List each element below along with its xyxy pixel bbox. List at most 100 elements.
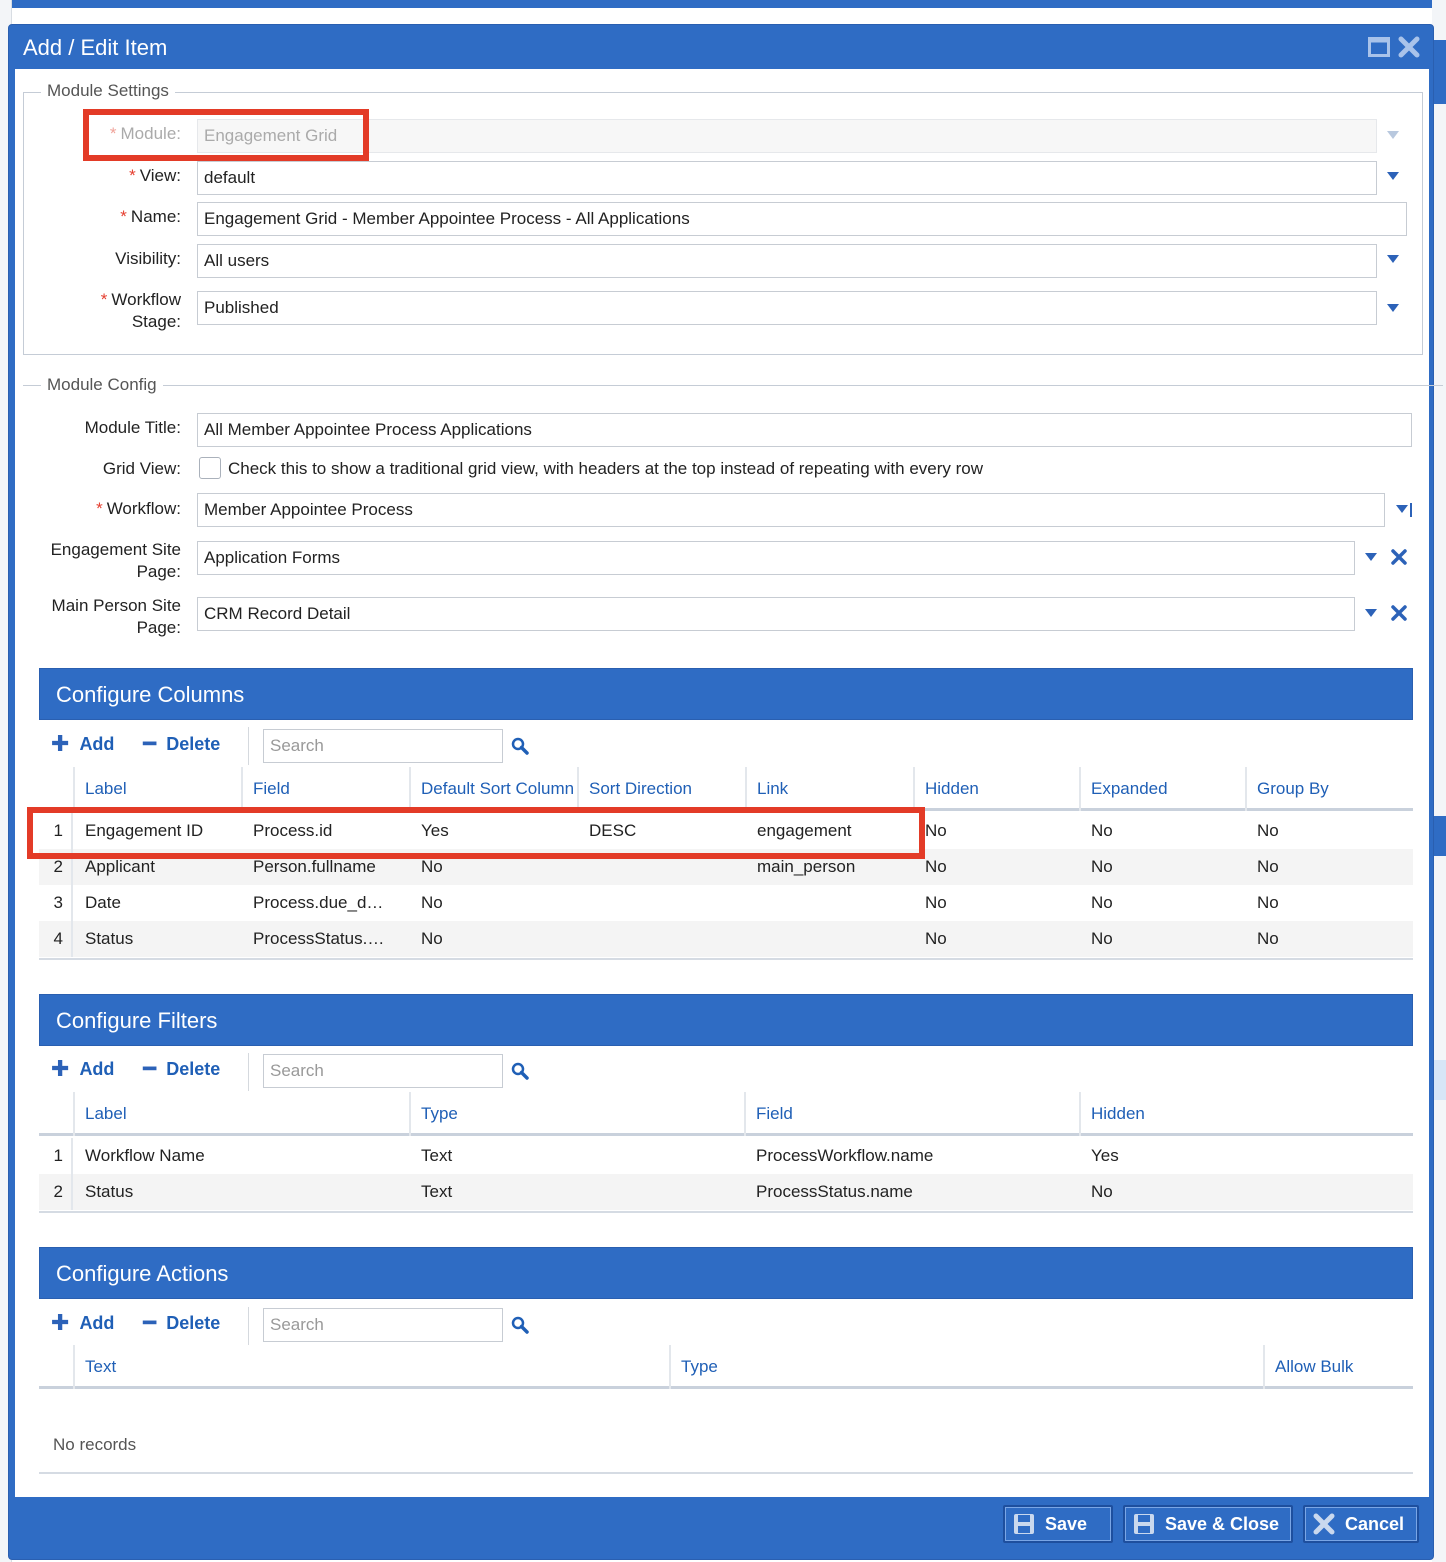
columns-grid-header: Label Field Default Sort Column Sort Dir… xyxy=(39,767,1413,811)
actions-grid-bottom xyxy=(39,1472,1413,1474)
save-icon xyxy=(1133,1513,1155,1535)
col-header-expanded[interactable]: Expanded xyxy=(1079,767,1245,811)
cell-field: Process.due_d… xyxy=(253,893,384,912)
toolbar-separator xyxy=(248,1053,249,1091)
plus-icon: ✚ xyxy=(51,1310,70,1335)
workflow-dropdown-icon[interactable] xyxy=(1396,505,1408,513)
action-header-text[interactable]: Text xyxy=(73,1345,669,1389)
cell-label: Status xyxy=(85,929,134,948)
main-person-site-page-clear-icon[interactable] xyxy=(1389,603,1409,623)
col-header-link[interactable]: Link xyxy=(745,767,913,811)
filter-header-hidden[interactable]: Hidden xyxy=(1079,1092,1413,1136)
filter-header-type[interactable]: Type xyxy=(409,1092,744,1136)
row-number: 2 xyxy=(39,1174,73,1210)
engagement-site-page-dropdown-icon[interactable] xyxy=(1365,553,1377,561)
cell-group-by: No xyxy=(1257,929,1279,948)
col-header-default-sort[interactable]: Default Sort Column xyxy=(409,767,577,811)
dialog-title: Add / Edit Item xyxy=(23,35,168,60)
configure-columns-header: Configure Columns xyxy=(39,668,1413,720)
add-edit-item-dialog: Add / Edit Item Module Settings * Module:… xyxy=(8,24,1443,1561)
workflow-stage-label: * Workflow Stage: xyxy=(100,290,181,331)
module-title-label: Module Title: xyxy=(84,418,181,437)
actions-add-button[interactable]: ✚ Add xyxy=(51,1312,114,1334)
main-person-site-page-dropdown-icon[interactable] xyxy=(1365,609,1377,617)
module-field: Engagement Grid xyxy=(197,119,1377,153)
grid-view-checkbox[interactable] xyxy=(199,457,221,479)
minus-icon: ━ xyxy=(143,731,157,756)
cell-link xyxy=(747,885,913,921)
module-title-input[interactable]: All Member Appointee Process Application… xyxy=(197,413,1412,447)
dialog-titlebar: Add / Edit Item xyxy=(9,25,1433,69)
cell-hidden: No xyxy=(925,893,947,912)
save-close-button[interactable]: Save & Close xyxy=(1123,1505,1293,1543)
search-icon[interactable] xyxy=(511,1062,529,1080)
filter-header-label[interactable]: Label xyxy=(73,1092,409,1136)
module-config-legend: Module Config xyxy=(41,375,163,395)
cell-expanded: No xyxy=(1091,821,1113,840)
dialog-footer: Save Save & Close Cancel xyxy=(9,1497,1433,1561)
module-config-border-stub xyxy=(23,385,35,386)
filters-delete-button[interactable]: ━ Delete xyxy=(143,1058,220,1080)
close-icon[interactable] xyxy=(1397,35,1421,59)
search-icon[interactable] xyxy=(511,1316,529,1334)
configure-actions-header: Configure Actions xyxy=(39,1247,1413,1299)
workflow-stage-dropdown-icon[interactable] xyxy=(1387,304,1399,312)
workflow-stage-select[interactable]: Published xyxy=(197,291,1377,325)
engagement-site-page-label: Engagement Site Page: xyxy=(50,540,181,581)
actions-delete-button[interactable]: ━ Delete xyxy=(143,1312,220,1334)
filters-add-button[interactable]: ✚ Add xyxy=(51,1058,114,1080)
toolbar-separator xyxy=(248,727,249,765)
minus-icon: ━ xyxy=(143,1056,157,1081)
cell-sort-direction xyxy=(579,921,745,957)
col-header-hidden[interactable]: Hidden xyxy=(913,767,1079,811)
engagement-site-page-select[interactable]: Application Forms xyxy=(197,541,1355,575)
toolbar-separator xyxy=(248,1307,249,1345)
cell-field: ProcessStatus.… xyxy=(253,929,385,948)
col-header-group-by[interactable]: Group By xyxy=(1245,767,1413,811)
table-row[interactable]: 2 Status Text ProcessStatus.name No xyxy=(39,1174,1413,1210)
cell-hidden: Yes xyxy=(1091,1146,1119,1165)
table-row[interactable]: 4 Status ProcessStatus.… No No No No xyxy=(39,921,1413,957)
col-header-field[interactable]: Field xyxy=(241,767,409,811)
cell-expanded: No xyxy=(1091,929,1113,948)
plus-icon: ✚ xyxy=(51,1056,70,1081)
filters-search-input[interactable]: Search xyxy=(263,1054,503,1088)
visibility-select[interactable]: All users xyxy=(197,244,1377,278)
filter-header-field[interactable]: Field xyxy=(744,1092,1079,1136)
cell-expanded: No xyxy=(1091,857,1113,876)
view-dropdown-icon[interactable] xyxy=(1387,172,1399,180)
visibility-dropdown-icon[interactable] xyxy=(1387,255,1399,263)
search-icon[interactable] xyxy=(511,737,529,755)
cell-group-by: No xyxy=(1257,893,1279,912)
engagement-site-page-clear-icon[interactable] xyxy=(1389,547,1409,567)
columns-delete-button[interactable]: ━ Delete xyxy=(143,733,220,755)
module-settings-legend: Module Settings xyxy=(41,81,175,101)
workflow-dropdown-bar xyxy=(1410,503,1412,517)
cancel-button[interactable]: Cancel xyxy=(1303,1505,1419,1543)
workflow-select[interactable]: Member Appointee Process xyxy=(197,493,1385,527)
maximize-icon[interactable] xyxy=(1367,35,1391,59)
main-person-site-page-select[interactable]: CRM Record Detail xyxy=(197,597,1355,631)
col-header-sort-direction[interactable]: Sort Direction xyxy=(577,767,745,811)
save-button[interactable]: Save xyxy=(1003,1505,1113,1543)
action-header-allow-bulk[interactable]: Allow Bulk xyxy=(1263,1345,1413,1389)
actions-search-input[interactable]: Search xyxy=(263,1308,503,1342)
table-row[interactable]: 3 Date Process.due_d… No No No No xyxy=(39,885,1413,921)
name-input[interactable]: Engagement Grid - Member Appointee Proce… xyxy=(197,202,1407,236)
table-row[interactable]: 1 Workflow Name Text ProcessWorkflow.nam… xyxy=(39,1138,1413,1174)
columns-add-button[interactable]: ✚ Add xyxy=(51,733,114,755)
cell-default-sort: No xyxy=(421,929,443,948)
view-select[interactable]: default xyxy=(197,161,1377,195)
cell-label: Workflow Name xyxy=(85,1146,205,1165)
cell-hidden: No xyxy=(925,929,947,948)
columns-grid-bottom xyxy=(39,958,1413,960)
columns-search-input[interactable]: Search xyxy=(263,729,503,763)
cell-label: Status xyxy=(85,1182,134,1201)
action-header-type[interactable]: Type xyxy=(669,1345,1263,1389)
configure-filters-header: Configure Filters xyxy=(39,994,1413,1046)
background-topbar xyxy=(0,0,1446,8)
col-header-label[interactable]: Label xyxy=(73,767,241,811)
module-dropdown-icon xyxy=(1387,131,1399,139)
filters-grid-header: Label Type Field Hidden xyxy=(39,1092,1413,1136)
cell-hidden: No xyxy=(925,821,947,840)
